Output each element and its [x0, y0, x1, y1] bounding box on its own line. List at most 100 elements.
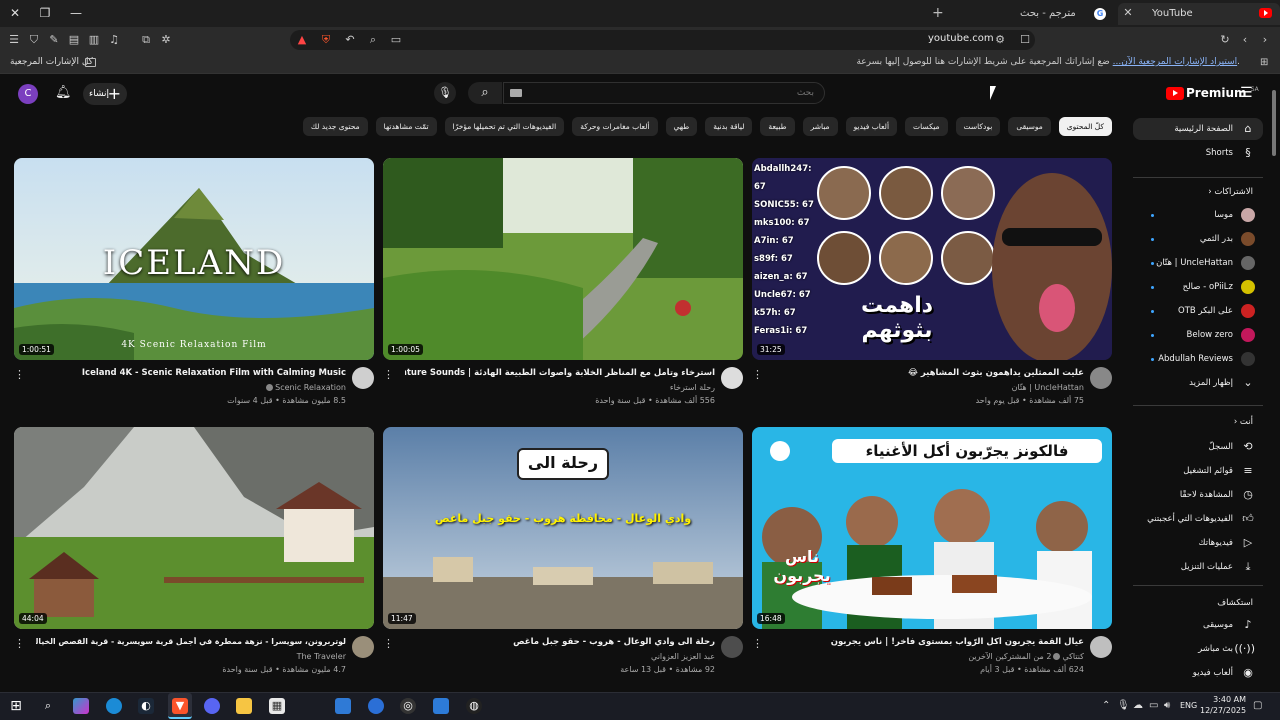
app-icon-3[interactable]: ◎: [400, 698, 416, 714]
history-icon[interactable]: ▤: [66, 32, 82, 48]
all-bookmarks-link[interactable]: كل الإشارات المرجعية: [10, 57, 93, 67]
filter-chip[interactable]: بودكاست: [955, 117, 1001, 136]
app-icon-2[interactable]: [368, 698, 384, 714]
forward-icon[interactable]: ›: [1257, 32, 1273, 48]
new-tab-button[interactable]: +: [932, 4, 946, 22]
channel-name[interactable]: عبد العزيز العزواني: [415, 652, 715, 661]
brush-icon[interactable]: ✎: [46, 32, 62, 48]
filter-chip[interactable]: تمّت مشاهدتها: [375, 117, 437, 136]
guide-menu-icon[interactable]: ☰: [1240, 86, 1256, 100]
copilot-icon[interactable]: [73, 698, 89, 714]
video-title[interactable]: رحلة الى وادي الوعال - هروب - حقو جبل ما…: [405, 637, 715, 647]
file-explorer-icon[interactable]: [236, 698, 252, 714]
alert-badge-icon[interactable]: ▲: [294, 32, 310, 48]
sidebar-item[interactable]: المشاهدة لاحقًا ◷: [1133, 484, 1263, 506]
video-title[interactable]: عيال القمة يجربون أكل الرّواب بمستوى فاخ…: [774, 637, 1084, 647]
sidebar-section-title[interactable]: أنت ‹: [1133, 413, 1263, 431]
page-scrollbar[interactable]: [1270, 86, 1276, 686]
more-options-icon[interactable]: ⋮: [383, 368, 394, 382]
close-window-icon[interactable]: ✕: [5, 4, 25, 22]
reload-icon[interactable]: ↻: [1217, 32, 1233, 48]
sidebar-item[interactable]: ألعاب فيديو ◉: [1133, 662, 1263, 684]
back-icon[interactable]: ‹: [1237, 32, 1253, 48]
video-thumbnail[interactable]: 44:04: [14, 427, 374, 629]
filter-chip[interactable]: ألعاب مغامرات وحركة: [572, 117, 658, 136]
search-input[interactable]: [503, 82, 825, 104]
cloud-tray-icon[interactable]: ☁: [1133, 700, 1143, 711]
sidebar-item[interactable]: موسيقى ♪: [1133, 614, 1263, 636]
sidebar-item[interactable]: oPiiLz - صالح: [1133, 276, 1263, 298]
network-tray-icon[interactable]: ▭: [1149, 700, 1158, 711]
app-icon-4[interactable]: [433, 698, 449, 714]
restore-window-icon[interactable]: ❐: [35, 4, 55, 22]
filter-chip[interactable]: مباشر: [802, 117, 838, 136]
sidebar-item[interactable]: فيديوهاتك ▷: [1133, 532, 1263, 554]
sidebar-icon[interactable]: ▥: [86, 32, 102, 48]
brave-shield-icon[interactable]: ⛨: [318, 32, 334, 48]
filter-chip[interactable]: ميكسات: [905, 117, 948, 136]
create-button[interactable]: إنشاء +: [83, 83, 127, 105]
sidebar-item[interactable]: قوائم التشغيل ≡: [1133, 460, 1263, 482]
channel-avatar[interactable]: [721, 367, 743, 389]
filter-chip[interactable]: ألعاب فيديو: [845, 117, 898, 136]
sidebar-item[interactable]: الصفحة الرئيسية ⌂: [1133, 118, 1263, 140]
steam-icon[interactable]: ◐: [138, 698, 154, 714]
sidebar-item[interactable]: الفيديوهات التي أعجبتني 👍︎: [1133, 508, 1263, 530]
share-icon[interactable]: ↶: [342, 32, 358, 48]
sidebar-item[interactable]: عمليات التنزيل ⤓: [1133, 556, 1263, 578]
sidebar-item[interactable]: Shorts §: [1133, 142, 1263, 164]
mic-tray-icon[interactable]: 🎙︎: [1117, 700, 1130, 711]
sidebar-item[interactable]: بدر الثمي: [1133, 228, 1263, 250]
filter-chip[interactable]: محتوى جديد لك: [302, 117, 368, 136]
filter-chip[interactable]: لياقة بدنية: [705, 117, 753, 136]
edge-icon[interactable]: [106, 698, 122, 714]
search-lens-icon[interactable]: ⌕: [365, 32, 381, 48]
sidebar-item[interactable]: على البكر OTB: [1133, 300, 1263, 322]
input-language[interactable]: ENG: [1180, 701, 1197, 710]
filter-chip[interactable]: طبيعة: [760, 117, 795, 136]
windows-start-icon[interactable]: ⊞: [8, 698, 24, 714]
keyboard-icon[interactable]: [510, 89, 522, 97]
app-icon-5[interactable]: ◍: [466, 698, 482, 714]
more-options-icon[interactable]: ⋮: [14, 368, 25, 382]
video-thumbnail[interactable]: 1:00:05: [383, 158, 743, 360]
channel-name[interactable]: UncleHattan | هتّان: [784, 383, 1084, 392]
tab-youtube[interactable]: YouTube: [1118, 3, 1280, 25]
sidebar-item[interactable]: السجلّ ⟲: [1133, 436, 1263, 458]
clock[interactable]: 3:40 AM 12/27/2025: [1200, 694, 1246, 716]
video-title[interactable]: Iceland 4K - Scenic Relaxation Film with…: [36, 368, 346, 378]
site-settings-icon[interactable]: ⚙: [992, 32, 1008, 48]
channel-avatar[interactable]: [352, 367, 374, 389]
brave-icon[interactable]: ▼: [172, 698, 188, 714]
more-options-icon[interactable]: ⋮: [383, 637, 394, 651]
cast-icon[interactable]: ▭: [388, 32, 404, 48]
app-icon-1[interactable]: [335, 698, 351, 714]
more-options-icon[interactable]: ⋮: [752, 637, 763, 651]
discord-icon[interactable]: [204, 698, 220, 714]
filter-chip[interactable]: موسيقى: [1008, 117, 1051, 136]
account-avatar[interactable]: C: [18, 84, 38, 104]
video-title[interactable]: لوتربرونن، سويسرا - نزهة ممطرة في أجمل ق…: [36, 637, 346, 646]
sidebar-item[interactable]: إظهار المزيد ⌄: [1133, 372, 1263, 394]
filter-chip[interactable]: طهي: [665, 117, 698, 136]
sidebar-section-title[interactable]: استكشاف: [1133, 594, 1263, 612]
scrollbar-thumb[interactable]: [1272, 90, 1276, 156]
channel-name[interactable]: Scenic Relaxation: [46, 383, 346, 392]
screenshot-icon[interactable]: ⧉: [138, 32, 154, 48]
channel-name[interactable]: كنتاكي 2 من المشتركين الآخرين: [784, 652, 1084, 661]
close-tab-icon[interactable]: ✕: [1122, 7, 1134, 19]
channel-avatar[interactable]: [352, 636, 374, 658]
notifications-bell-icon[interactable]: 🔔︎: [55, 85, 72, 101]
import-bookmarks-link[interactable]: استيراد الإشارات المرجعية الآن...: [1113, 57, 1237, 67]
volume-tray-icon[interactable]: 🔊︎: [1164, 700, 1170, 711]
video-thumbnail[interactable]: رحلة الى وادي الوعال - محافظة هروب - حقو…: [383, 427, 743, 629]
notifications-tray-icon[interactable]: ▢: [1253, 700, 1262, 711]
minimize-window-icon[interactable]: —: [66, 4, 86, 22]
channel-avatar[interactable]: [1090, 367, 1112, 389]
channel-name[interactable]: The Traveler: [46, 652, 346, 661]
more-options-icon[interactable]: ⋮: [752, 368, 763, 382]
taskbar-search-icon[interactable]: ⌕: [40, 698, 56, 714]
search-button[interactable]: ⌕: [468, 82, 502, 104]
sidebar-item[interactable]: موسا: [1133, 204, 1263, 226]
video-thumbnail[interactable]: فالكونز يجرّبون أكل الأغنياء ناس يجربون …: [752, 427, 1112, 629]
